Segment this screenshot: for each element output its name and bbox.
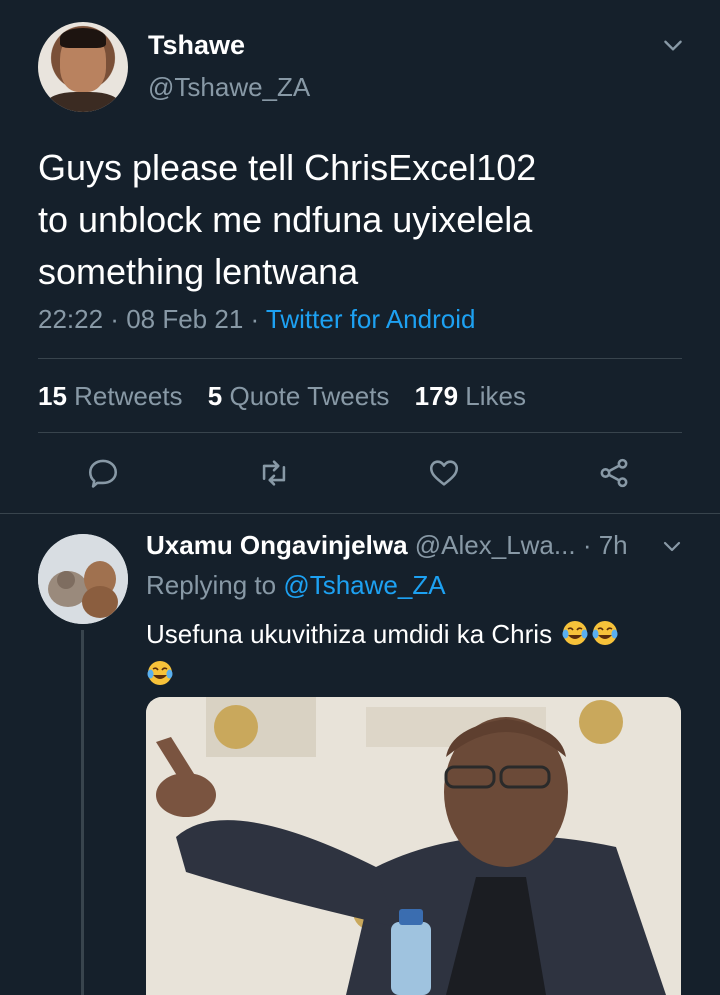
tweet-meta: 22:22 · 08 Feb 21 · Twitter for Android: [38, 304, 476, 334]
chevron-down-icon[interactable]: [660, 534, 684, 558]
retweets-stat[interactable]: 15 Retweets: [38, 381, 183, 411]
face-with-tears-of-joy-emoji: [147, 661, 173, 685]
reply-age: 7h: [598, 530, 628, 560]
comment-icon[interactable]: [86, 456, 120, 490]
tweet-time: 22:22: [38, 304, 104, 334]
reply-author-avatar[interactable]: [38, 534, 128, 624]
quote-tweets-stat[interactable]: 5 Quote Tweets: [208, 381, 390, 411]
divider: [0, 513, 720, 514]
tweet-text: Guys please tell ChrisExcel102 to unbloc…: [38, 147, 537, 292]
reply-author-handle[interactable]: @Alex_Lwa...: [415, 530, 576, 560]
tweet-date: 08 Feb 21: [126, 304, 244, 334]
face-with-tears-of-joy-emoji: [592, 621, 618, 645]
photo-man-pointing: [146, 697, 681, 995]
avatar-hair: [60, 28, 106, 48]
tweet-source-link[interactable]: Twitter for Android: [266, 304, 476, 334]
author-name[interactable]: Tshawe: [148, 30, 245, 61]
author-avatar[interactable]: [38, 22, 128, 112]
reply-media-image[interactable]: [146, 697, 681, 995]
heart-icon[interactable]: [427, 456, 461, 490]
divider: [38, 432, 682, 433]
reply-author-name[interactable]: Uxamu Ongavinjelwa: [146, 530, 408, 560]
reply-header: Uxamu Ongavinjelwa @Alex_Lwa... · 7h: [146, 530, 628, 560]
divider: [38, 358, 682, 359]
likes-stat[interactable]: 179 Likes: [415, 381, 526, 411]
chevron-down-icon[interactable]: [660, 32, 686, 58]
replying-to-handle[interactable]: @Tshawe_ZA: [283, 570, 445, 600]
replying-to: Replying to @Tshawe_ZA: [146, 570, 446, 600]
author-handle[interactable]: @Tshawe_ZA: [148, 72, 310, 103]
share-icon[interactable]: [597, 456, 631, 490]
avatar-shirt: [46, 92, 120, 112]
retweet-icon[interactable]: [257, 456, 291, 490]
avatar-image: [38, 534, 128, 624]
reply-text: Usefuna ukuvithiza umdidi ka Chris: [146, 614, 676, 694]
tweet-stats: 15 Retweets 5 Quote Tweets 179 Likes: [38, 381, 526, 412]
thread-line: [81, 630, 84, 995]
face-with-tears-of-joy-emoji: [562, 621, 588, 645]
